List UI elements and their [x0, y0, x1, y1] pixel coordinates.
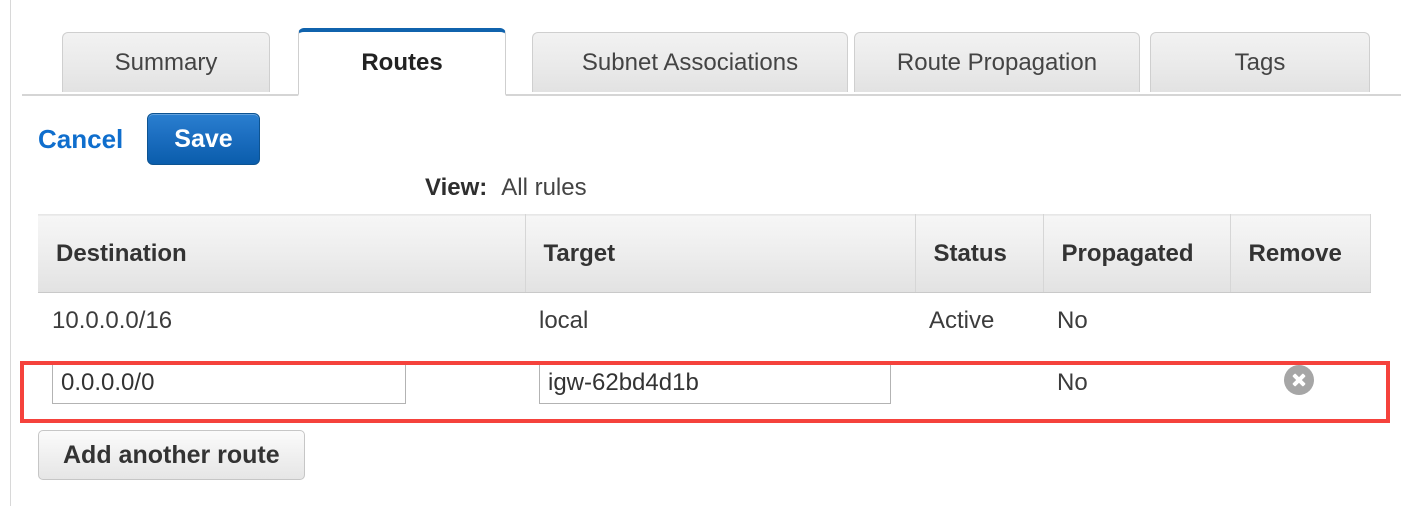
routes-table: Destination Target Status Propagated Rem… — [38, 214, 1371, 417]
table-header-row: Destination Target Status Propagated Rem… — [38, 214, 1371, 293]
view-filter: View: All rules — [425, 174, 587, 202]
view-value[interactable]: All rules — [501, 174, 586, 202]
edit-action-bar: Cancel Save — [38, 112, 260, 166]
save-button[interactable]: Save — [147, 113, 260, 165]
tab-bar-baseline — [22, 94, 1401, 96]
column-header-propagated[interactable]: Propagated — [1043, 214, 1231, 293]
cell-propagated-edit: No — [1043, 349, 1230, 417]
status-badge: Active — [915, 292, 1043, 349]
tab-summary[interactable]: Summary — [62, 32, 270, 92]
cell-remove — [1230, 292, 1370, 349]
tab-summary-label: Summary — [114, 48, 218, 76]
tab-route-propagation[interactable]: Route Propagation — [854, 32, 1140, 92]
cell-target: local — [525, 292, 915, 349]
cancel-button[interactable]: Cancel — [38, 124, 123, 155]
cell-status-edit — [915, 349, 1043, 417]
tab-routes[interactable]: Routes — [298, 28, 506, 96]
page-left-divider — [10, 0, 11, 506]
column-header-destination[interactable]: Destination — [38, 214, 526, 293]
column-header-status[interactable]: Status — [915, 214, 1044, 293]
tab-route-propagation-label: Route Propagation — [896, 48, 1098, 76]
cell-destination-edit — [38, 349, 525, 417]
tab-routes-label: Routes — [361, 49, 443, 76]
table-row-editable: No — [38, 349, 1370, 417]
column-header-target[interactable]: Target — [525, 214, 916, 293]
tab-subnet-associations-label: Subnet Associations — [581, 48, 799, 76]
tab-tags-label: Tags — [1234, 48, 1286, 76]
table-row: 10.0.0.0/16 local Active No — [38, 292, 1370, 349]
cell-target-edit — [525, 349, 915, 417]
remove-icon[interactable] — [1284, 364, 1314, 395]
destination-input[interactable] — [52, 362, 406, 404]
tab-subnet-associations[interactable]: Subnet Associations — [532, 32, 848, 92]
cell-propagated: No — [1043, 292, 1230, 349]
add-another-route-button[interactable]: Add another route — [38, 430, 305, 480]
column-header-remove[interactable]: Remove — [1230, 214, 1371, 293]
view-label: View: — [425, 174, 488, 201]
tab-bar: Summary Routes Subnet Associations Route… — [22, 28, 1401, 96]
target-input[interactable] — [539, 362, 891, 404]
route-table-routes-panel: Summary Routes Subnet Associations Route… — [0, 0, 1401, 506]
tab-tags[interactable]: Tags — [1150, 32, 1370, 92]
cell-destination: 10.0.0.0/16 — [38, 292, 525, 349]
cell-remove-edit — [1230, 349, 1370, 417]
